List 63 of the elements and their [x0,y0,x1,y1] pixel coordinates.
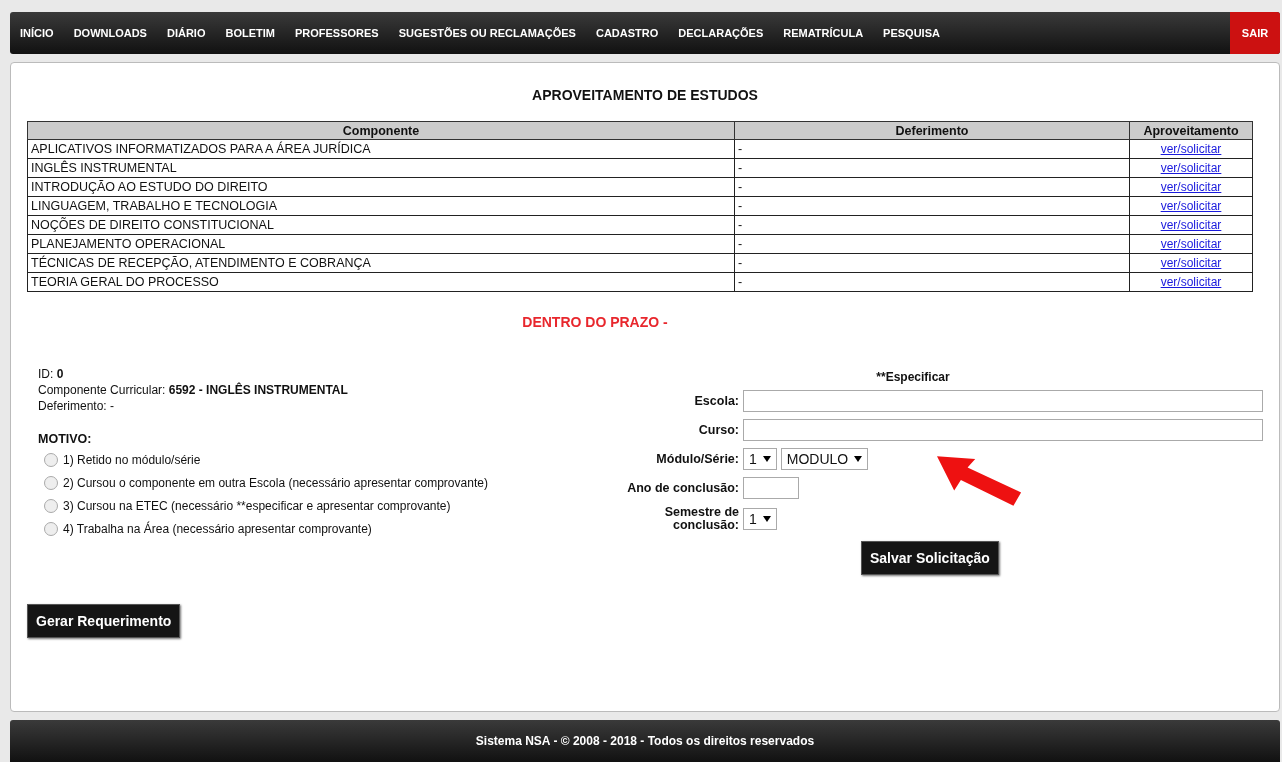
field-label: Escola: [693,394,739,408]
option-label: 3) Cursou na ETEC (necessário **especificar e apresentar comprovante) [63,498,451,513]
nav-link[interactable]: PROFESSORES [294,27,379,39]
caret-icon [762,516,771,522]
field-label: Ano de conclusão: [626,481,739,495]
footer-text: Sistema NSA - © 2008 - 2018 - Todos os direitos reservados [10,720,1280,762]
nav-link[interactable]: PESQUISA [883,27,940,39]
table-cell: - [734,158,1130,178]
dropdown[interactable]: 1 [743,508,777,530]
arrow-icon [937,456,1023,506]
detail-text: Deferimento: - [38,398,115,414]
table-cell: INGLÊS INSTRUMENTAL [27,158,735,178]
field-label: Semestre de conclusão: [663,506,739,532]
input-field[interactable] [743,419,1263,441]
table-cell: - [734,196,1130,216]
nav-link[interactable]: INÍCIO [20,27,54,39]
caret-icon [762,456,771,462]
section-heading: **Especificar [875,370,951,384]
logout-button[interactable]: SAIR [1230,12,1280,54]
caret-icon [854,456,863,462]
radio-button[interactable] [44,475,58,490]
table-cell: PLANEJAMENTO OPERACIONAL [27,234,735,254]
nav-link[interactable]: DOWNLOADS [73,27,147,39]
table-cell: - [734,177,1130,197]
column-header: Deferimento [734,121,1130,140]
input-field[interactable] [743,390,1263,412]
option-label: 1) Retido no módulo/série [63,452,201,467]
table-cell: LINGUAGEM, TRABALHO E TECNOLOGIA [27,196,735,216]
table-cell: TÉCNICAS DE RECEPÇÃO, ATENDIMENTO E COBRANÇA [27,253,735,273]
column-header: Componente [27,121,735,140]
table-cell: NOÇÕES DE DIREITO CONSTITUCIONAL [27,215,735,235]
detail-text: ID: 0 [38,366,64,382]
dropdown[interactable]: MODULO [780,448,869,470]
table-cell: - [734,215,1130,235]
table-cell: - [734,272,1130,292]
save-button[interactable]: Salvar Solicitação [861,541,999,575]
option-label: 4) Trabalha na Área (necessário apresentar comprovante) [63,521,372,536]
column-header: Aproveitamento [1129,121,1253,140]
motivo-label: MOTIVO: [38,432,93,446]
nav-link[interactable]: REMATRÍCULA [783,27,864,39]
field-label: Módulo/Série: [655,452,739,466]
page-title: APROVEITAMENTO DE ESTUDOS [531,87,759,103]
table-cell: INTRODUÇÃO AO ESTUDO DO DIREITO [27,177,735,197]
radio-button[interactable] [44,521,58,536]
dropdown[interactable]: 1 [743,448,777,470]
radio-button[interactable] [44,452,58,467]
table-cell: TEORIA GERAL DO PROCESSO [27,272,735,292]
option-label: 2) Cursou o componente em outra Escola (necessário apresentar comprovante) [63,475,488,490]
nav-link[interactable]: CADASTRO [595,27,659,39]
input-field[interactable] [743,477,799,499]
table-cell: - [734,253,1130,273]
nav-link[interactable]: SUGESTÕES OU RECLAMAÇÕES [398,27,576,39]
nav-link[interactable]: DIÁRIO [166,27,206,39]
generate-button[interactable]: Gerar Requerimento [27,604,181,638]
table-cell: - [734,139,1130,159]
table-cell: APLICATIVOS INFORMATIZADOS PARA A ÁREA JURÍDICA [27,139,735,159]
deadline-status: DENTRO DO PRAZO - [521,314,669,330]
detail-text: Componente Curricular: 6592 - INGLÊS INSTRUMENTAL [38,382,348,398]
radio-button[interactable] [44,498,58,513]
table-cell: - [734,234,1130,254]
field-label: Curso: [697,423,739,437]
nav-link[interactable]: BOLETIM [225,27,275,39]
nav-link[interactable]: DECLARAÇÕES [678,27,764,39]
